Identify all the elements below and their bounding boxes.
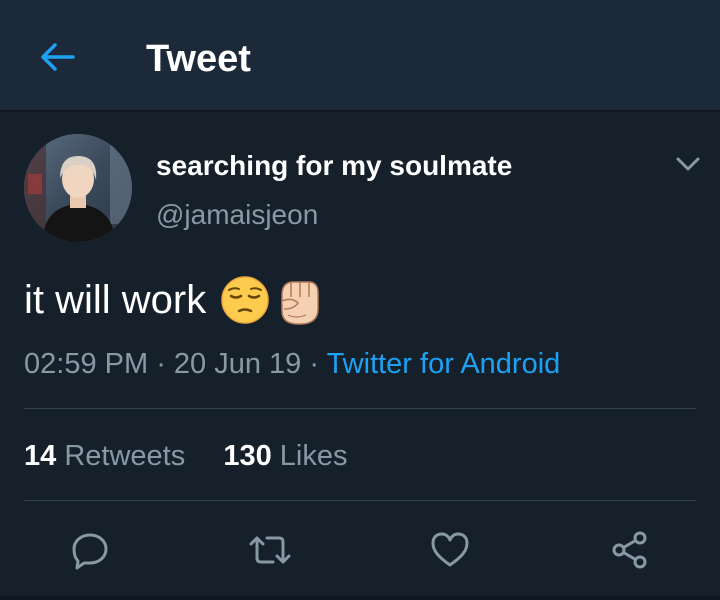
tweet-stats: 14 Retweets 130 Likes — [24, 436, 348, 476]
tweet-date: 20 Jun 19 — [173, 348, 302, 380]
like-button[interactable] — [426, 526, 474, 574]
retweets-stat[interactable]: 14 Retweets — [24, 440, 185, 472]
back-button[interactable] — [36, 38, 78, 76]
likes-count: 130 — [223, 440, 272, 472]
retweets-count: 14 — [24, 440, 57, 472]
arrow-left-icon — [41, 43, 75, 71]
retweet-button[interactable] — [246, 526, 294, 574]
tweet-time: 02:59 PM — [24, 348, 149, 380]
chevron-down-icon — [676, 157, 700, 171]
avatar-photo — [24, 134, 132, 242]
avatar[interactable] — [24, 134, 132, 242]
page-title: Tweet — [146, 38, 251, 80]
share-button[interactable] — [606, 526, 654, 574]
divider — [24, 500, 696, 501]
reply-button[interactable] — [66, 526, 114, 574]
meta-separator: · — [148, 348, 174, 380]
top-app-bar: Tweet — [0, 0, 720, 112]
like-icon — [431, 532, 469, 567]
raised-fist-emoji — [281, 281, 319, 325]
tweet-source-link[interactable]: Twitter for Android — [327, 348, 561, 380]
user-handle[interactable]: @jamaisjeon — [156, 198, 318, 232]
pensive-face-emoji — [221, 276, 269, 324]
tweet-meta: 02:59 PM · 20 Jun 19 · Twitter for Andro… — [24, 344, 560, 384]
retweets-label: Retweets — [64, 440, 186, 472]
tweet-detail-screen: Tweet searching for my soulmate @jamaisj… — [0, 0, 720, 600]
tweet-text: it will work — [24, 278, 207, 322]
bottom-border — [0, 596, 720, 600]
more-options-button[interactable] — [674, 152, 702, 176]
share-icon — [612, 531, 647, 569]
meta-separator: · — [301, 348, 327, 380]
likes-label: Likes — [279, 440, 348, 472]
user-display-name[interactable]: searching for my soulmate — [156, 149, 512, 183]
likes-stat[interactable]: 130 Likes — [223, 440, 347, 472]
retweet-icon — [249, 536, 291, 564]
reply-icon — [72, 533, 108, 570]
action-bar — [0, 520, 720, 580]
divider — [24, 408, 696, 409]
tweet-body: it will work — [24, 272, 324, 328]
